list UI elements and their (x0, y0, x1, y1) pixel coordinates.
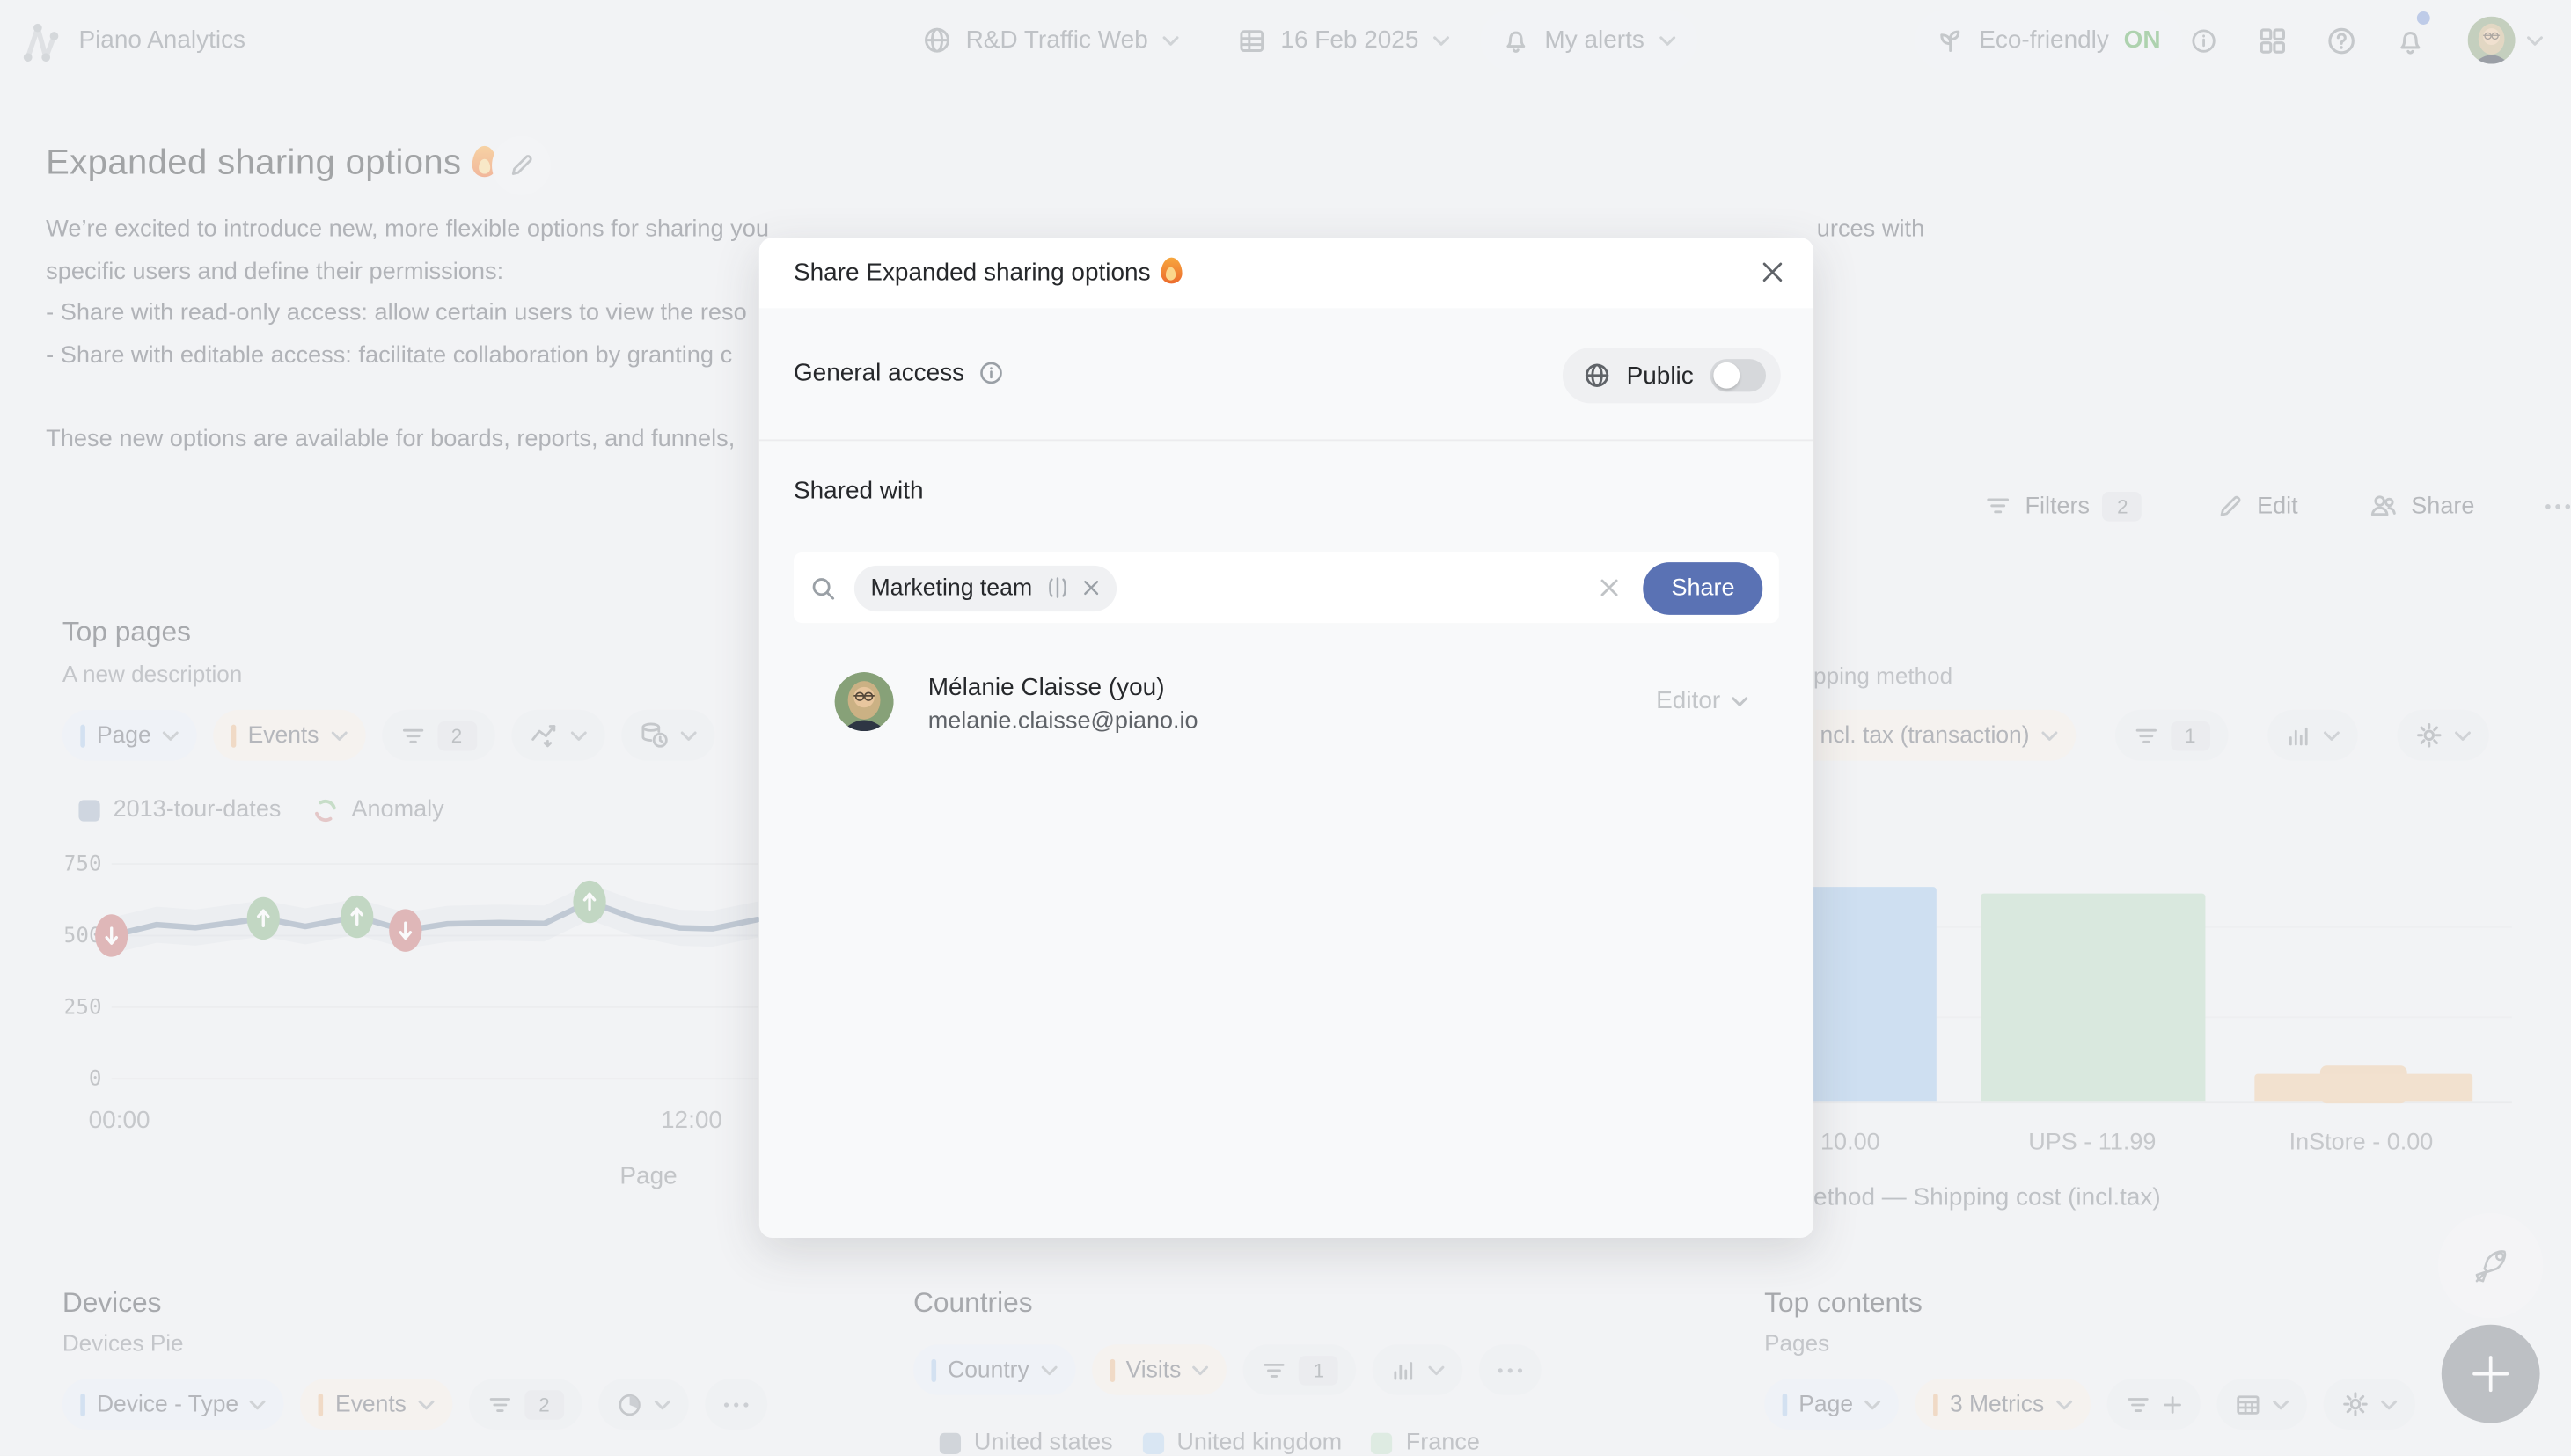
search-icon (810, 574, 837, 601)
close-icon (1761, 260, 1784, 283)
close-modal-button[interactable] (1754, 254, 1791, 290)
member-avatar (835, 672, 894, 731)
member-name: Mélanie Claisse (you) (928, 674, 1165, 702)
general-access-row: General access (794, 359, 1004, 387)
member-row: Mélanie Claisse (you) melanie.claisse@pi… (794, 672, 1779, 744)
visibility-label: Public (1627, 362, 1694, 390)
recipient-chip[interactable]: Marketing team (854, 565, 1116, 611)
remove-chip-icon[interactable] (1081, 579, 1099, 596)
app-window: Piano Analytics R&D Traffic Web 16 Feb 2… (0, 0, 2571, 1456)
member-role-label: Editor (1656, 687, 1720, 715)
visibility-pill[interactable]: Public (1563, 348, 1781, 403)
share-modal-title-text: Share Expanded sharing options (794, 259, 1151, 287)
member-role-dropdown[interactable]: Editor (1656, 687, 1748, 715)
recipient-chip-label: Marketing team (871, 574, 1033, 601)
public-toggle[interactable] (1710, 359, 1765, 391)
divider (759, 439, 1813, 441)
share-modal: Share Expanded sharing options General a… (759, 238, 1813, 1238)
avatar-photo (835, 672, 894, 731)
shared-with-label: Shared with (794, 477, 924, 505)
toggle-knob (1713, 362, 1740, 389)
clear-search-icon[interactable] (1599, 577, 1620, 598)
share-modal-title: Share Expanded sharing options (794, 258, 1182, 288)
globe-icon (1584, 362, 1610, 389)
general-access-label: General access (794, 359, 964, 387)
modal-share-button[interactable]: Share (1644, 561, 1762, 614)
group-icon (1045, 577, 1068, 598)
share-search-input[interactable]: Marketing team Share (794, 552, 1779, 623)
info-icon[interactable] (979, 361, 1004, 385)
chevron-down-icon (1732, 696, 1748, 706)
member-email: melanie.claisse@piano.io (928, 708, 1198, 735)
fire-emoji (1161, 258, 1182, 284)
